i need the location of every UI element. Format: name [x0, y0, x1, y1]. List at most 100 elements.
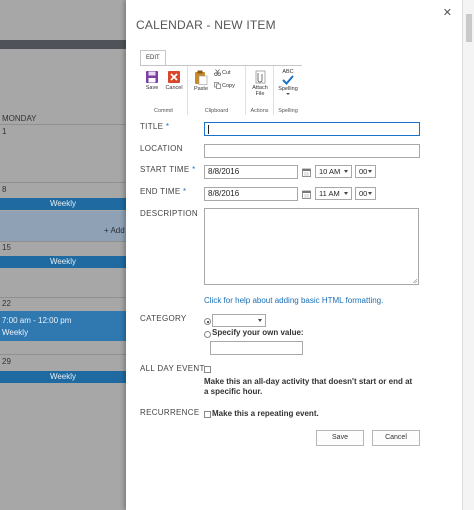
cancel-icon: [168, 71, 180, 83]
start-hour-value: 10 AM: [319, 167, 341, 176]
specify-value-input[interactable]: [210, 341, 303, 355]
ribbon-save-button[interactable]: Save: [141, 70, 163, 91]
column-header-monday: MONDAY: [2, 114, 37, 123]
weekly-event-bar[interactable]: Weekly: [0, 371, 126, 383]
day-number: 29: [2, 357, 11, 366]
weekly-event-bar[interactable]: Weekly: [0, 198, 126, 210]
start-time-label-text: START TIME: [140, 165, 190, 174]
chevron-down-icon: [286, 93, 290, 95]
required-mark: *: [165, 122, 170, 131]
dialog-title: CALENDAR - NEW ITEM: [136, 18, 276, 32]
paperclip-icon: [255, 70, 266, 84]
tab-edit[interactable]: EDIT: [140, 50, 166, 66]
scissors-icon: [214, 69, 221, 76]
required-mark: *: [183, 187, 187, 196]
ribbon-attach-button[interactable]: Attach File: [249, 70, 271, 97]
title-label: TITLE *: [140, 122, 169, 131]
event-time: 7:00 am - 12:00 pm: [2, 316, 72, 325]
start-hour-select[interactable]: 10 AM: [315, 165, 352, 178]
start-time-label: START TIME *: [140, 165, 195, 174]
page-scrollbar[interactable]: [462, 0, 474, 510]
save-icon: [146, 71, 158, 83]
day-number: 22: [2, 299, 11, 308]
checkmark-icon: [282, 75, 294, 85]
weekly-event-bar[interactable]: Weekly: [0, 256, 126, 268]
calendar-icon[interactable]: [302, 190, 311, 199]
all-day-label: ALL DAY EVENT: [140, 364, 205, 373]
ribbon-group-spelling: ABC Spelling Spelling: [274, 66, 302, 115]
scrollbar-thumb[interactable]: [466, 14, 472, 42]
title-label-text: TITLE: [140, 122, 164, 131]
save-label: Save: [145, 85, 159, 91]
day-number: 15: [2, 243, 11, 252]
ribbon: Save Cancel Commit Paste Cut Copy Clipbo…: [140, 65, 302, 115]
attach-label: Attach File: [252, 85, 268, 97]
recurrence-checkbox[interactable]: [204, 411, 211, 418]
group-label-actions: Actions: [250, 108, 269, 114]
close-icon[interactable]: ✕: [443, 6, 452, 19]
week-divider: [0, 241, 126, 242]
weekly-event-block[interactable]: 7:00 am - 12:00 pm Weekly: [0, 311, 126, 341]
chevron-down-icon: [344, 192, 348, 195]
all-day-description: Make this an all-day activity that doesn…: [204, 377, 413, 396]
cancel-label: Cancel: [165, 85, 183, 91]
add-event-link[interactable]: + Add: [104, 226, 125, 235]
html-help-link[interactable]: Click for help about adding basic HTML f…: [204, 296, 383, 305]
chevron-down-icon: [368, 170, 372, 173]
ribbon-cut-button[interactable]: Cut: [214, 69, 231, 76]
description-label: DESCRIPTION: [140, 209, 198, 218]
spelling-label: Spelling: [278, 86, 298, 92]
start-minute-value: 00: [359, 167, 368, 176]
week-divider: [0, 124, 126, 125]
ribbon-paste-button[interactable]: Paste: [190, 70, 212, 92]
calendar-icon[interactable]: [302, 168, 311, 177]
end-time-label-text: END TIME: [140, 187, 181, 196]
day-number: 8: [2, 185, 7, 194]
category-choice-radio[interactable]: [204, 318, 211, 325]
chevron-down-icon: [258, 319, 262, 322]
location-input[interactable]: [204, 144, 420, 158]
group-label-commit: Commit: [154, 108, 173, 114]
recurrence-description: Make this a repeating event.: [212, 409, 319, 418]
abc-label: ABC: [282, 69, 294, 75]
day-number: 1: [2, 127, 7, 136]
end-hour-value: 11 AM: [319, 189, 340, 198]
copy-icon: [214, 82, 221, 89]
start-date-input[interactable]: 8/8/2016: [204, 165, 298, 179]
ribbon-group-clipboard: Paste Cut Copy Clipboard: [188, 66, 246, 115]
location-label: LOCATION: [140, 144, 183, 153]
ribbon-group-commit: Save Cancel Commit: [140, 66, 188, 115]
copy-label: Copy: [222, 82, 235, 89]
week-divider: [0, 182, 126, 183]
recurrence-label: RECURRENCE: [140, 408, 200, 417]
category-label: CATEGORY: [140, 314, 187, 323]
end-time-label: END TIME *: [140, 187, 186, 196]
week-divider: [0, 354, 126, 355]
save-button[interactable]: Save: [316, 430, 364, 446]
title-input[interactable]: [204, 122, 420, 136]
specify-value-label: Specify your own value:: [212, 328, 304, 337]
cancel-button[interactable]: Cancel: [372, 430, 420, 446]
week-divider: [0, 297, 126, 298]
group-label-spelling: Spelling: [278, 108, 298, 114]
category-select[interactable]: [212, 314, 266, 327]
ribbon-copy-button[interactable]: Copy: [214, 82, 235, 89]
event-title: Weekly: [2, 328, 29, 337]
paste-icon: [195, 70, 208, 85]
specify-value-radio[interactable]: [204, 331, 211, 338]
end-minute-select[interactable]: 00: [355, 187, 376, 200]
text-cursor: [208, 125, 209, 134]
new-item-dialog: ✕ CALENDAR - NEW ITEM EDIT Save Cancel C…: [126, 0, 462, 510]
ribbon-spelling-button[interactable]: ABC Spelling: [277, 69, 299, 95]
description-textarea[interactable]: [204, 208, 419, 285]
chevron-down-icon: [344, 170, 348, 173]
required-mark: *: [192, 165, 196, 174]
all-day-checkbox[interactable]: [204, 366, 211, 373]
start-minute-select[interactable]: 00: [355, 165, 376, 178]
paste-label: Paste: [193, 86, 209, 92]
end-hour-select[interactable]: 11 AM: [315, 187, 352, 200]
resize-grip-icon[interactable]: [412, 278, 418, 284]
cut-label: Cut: [222, 69, 231, 76]
end-date-input[interactable]: 8/8/2016: [204, 187, 298, 201]
ribbon-cancel-button[interactable]: Cancel: [163, 70, 185, 91]
